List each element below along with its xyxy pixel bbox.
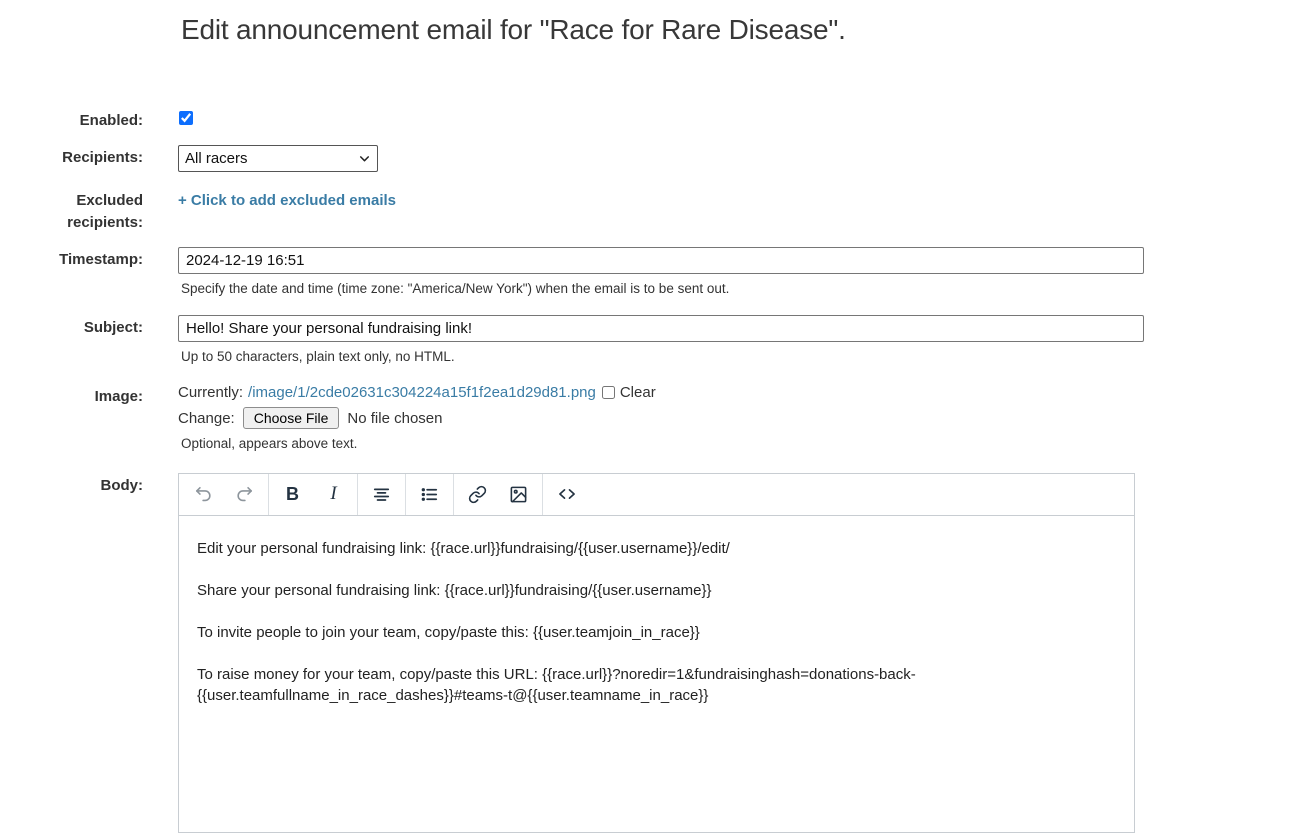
choose-file-button[interactable]: Choose File bbox=[243, 407, 340, 429]
recipients-label: Recipients: bbox=[0, 145, 143, 169]
image-change-label: Change: bbox=[178, 410, 235, 427]
redo-icon bbox=[235, 485, 254, 504]
toolbar-separator bbox=[268, 474, 269, 515]
form-row-enabled: Enabled: bbox=[0, 108, 1303, 132]
image-clear-checkbox[interactable] bbox=[602, 386, 615, 399]
image-currently-label: Currently: bbox=[178, 384, 243, 401]
image-label: Image: bbox=[0, 384, 143, 408]
image-icon bbox=[509, 485, 528, 504]
subject-label: Subject: bbox=[0, 315, 143, 339]
timestamp-label: Timestamp: bbox=[0, 247, 143, 271]
undo-button[interactable] bbox=[183, 474, 224, 515]
form-row-image: Image: Currently: /image/1/2cde02631c304… bbox=[0, 384, 1303, 453]
announcement-email-form: Enabled: Recipients: All racers Excluded… bbox=[0, 108, 1303, 833]
toolbar-separator bbox=[405, 474, 406, 515]
insert-link-button[interactable] bbox=[457, 474, 498, 515]
form-row-recipients: Recipients: All racers bbox=[0, 145, 1303, 172]
body-paragraph: To invite people to join your team, copy… bbox=[197, 622, 1116, 643]
image-clear-label: Clear bbox=[620, 384, 656, 401]
add-excluded-emails-link[interactable]: + Click to add excluded emails bbox=[178, 188, 396, 209]
image-current-file-link[interactable]: /image/1/2cde02631c304224a15f1f2ea1d29d8… bbox=[248, 384, 596, 401]
form-row-body: Body: B I bbox=[0, 473, 1303, 833]
form-row-subject: Subject: Up to 50 characters, plain text… bbox=[0, 315, 1303, 366]
body-label: Body: bbox=[0, 473, 143, 497]
image-help-text: Optional, appears above text. bbox=[181, 435, 1303, 453]
insert-image-button[interactable] bbox=[498, 474, 539, 515]
italic-icon: I bbox=[330, 483, 336, 505]
body-editor-content[interactable]: Edit your personal fundraising link: {{r… bbox=[179, 516, 1134, 749]
enabled-checkbox[interactable] bbox=[179, 111, 193, 125]
align-center-icon bbox=[372, 485, 391, 504]
subject-input[interactable] bbox=[178, 315, 1144, 342]
italic-button[interactable]: I bbox=[313, 474, 354, 515]
bullet-list-icon bbox=[420, 485, 439, 504]
timestamp-help-text: Specify the date and time (time zone: "A… bbox=[181, 280, 1303, 298]
toolbar-separator bbox=[542, 474, 543, 515]
body-paragraph: Share your personal fundraising link: {{… bbox=[197, 580, 1116, 601]
image-current-line: Currently: /image/1/2cde02631c304224a15f… bbox=[178, 384, 1303, 401]
undo-icon bbox=[194, 485, 213, 504]
align-center-button[interactable] bbox=[361, 474, 402, 515]
image-change-line: Change: Choose File No file chosen bbox=[178, 407, 1303, 429]
link-icon bbox=[468, 485, 487, 504]
recipients-select[interactable]: All racers bbox=[178, 145, 378, 172]
toolbar-separator bbox=[453, 474, 454, 515]
editor-toolbar: B I bbox=[179, 474, 1134, 516]
no-file-chosen-label: No file chosen bbox=[347, 410, 442, 427]
page-title: Edit announcement email for "Race for Ra… bbox=[181, 14, 1303, 46]
toolbar-separator bbox=[357, 474, 358, 515]
body-paragraph: Edit your personal fundraising link: {{r… bbox=[197, 538, 1116, 559]
body-paragraph: To raise money for your team, copy/paste… bbox=[197, 664, 1116, 706]
bold-button[interactable]: B bbox=[272, 474, 313, 515]
bullet-list-button[interactable] bbox=[409, 474, 450, 515]
bold-icon: B bbox=[286, 484, 299, 505]
redo-button[interactable] bbox=[224, 474, 265, 515]
form-row-timestamp: Timestamp: Specify the date and time (ti… bbox=[0, 247, 1303, 298]
excluded-recipients-label: Excluded recipients: bbox=[0, 188, 143, 234]
enabled-label: Enabled: bbox=[0, 108, 143, 132]
subject-help-text: Up to 50 characters, plain text only, no… bbox=[181, 348, 1303, 366]
body-rich-text-editor: B I bbox=[178, 473, 1135, 833]
code-view-button[interactable] bbox=[546, 474, 587, 515]
form-row-excluded-recipients: Excluded recipients: + Click to add excl… bbox=[0, 188, 1303, 234]
timestamp-input[interactable] bbox=[178, 247, 1144, 274]
code-icon bbox=[557, 484, 577, 504]
